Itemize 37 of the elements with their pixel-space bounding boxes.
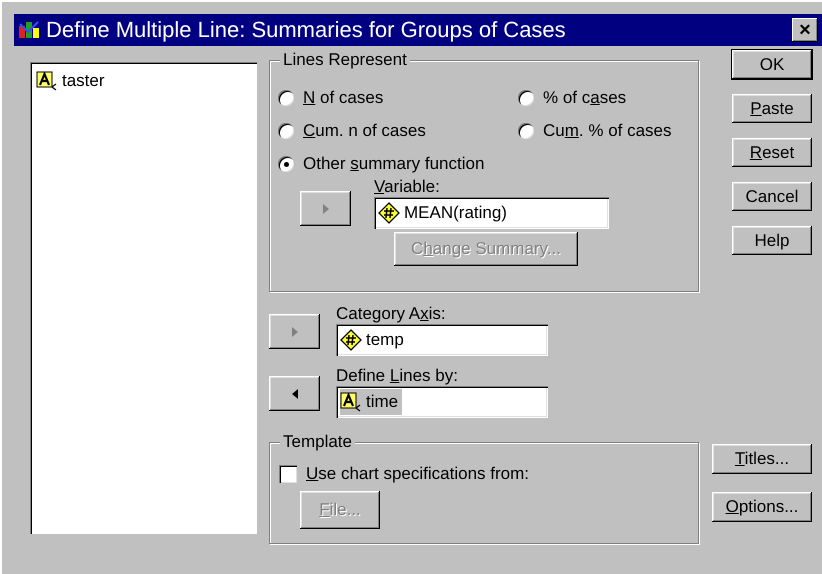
field-label: Category Axis:	[336, 304, 447, 324]
option-label: Cum. n of cases	[303, 120, 426, 142]
radio-button[interactable]	[278, 123, 294, 139]
field-label: Define Lines by:	[336, 366, 459, 386]
variable-field[interactable]: temp	[336, 324, 548, 356]
dialog-button[interactable]: Cancel	[732, 182, 812, 211]
field-value: MEAN(rating)	[404, 202, 507, 224]
list-item[interactable]: taster	[62, 68, 105, 94]
app-icon	[18, 20, 40, 40]
dialog-button[interactable]: Help	[732, 226, 812, 255]
variable-field[interactable]: time	[336, 386, 548, 418]
variable-field[interactable]: MEAN(rating)	[374, 197, 609, 229]
option-label: % of cases	[543, 87, 626, 109]
radio-button[interactable]	[518, 90, 534, 106]
dialog-button[interactable]: Paste	[732, 94, 812, 123]
checkbox[interactable]	[279, 465, 297, 483]
option-label: N of cases	[303, 87, 384, 109]
triangle-icon	[290, 388, 300, 400]
field-value: temp	[366, 329, 404, 352]
dialog-button[interactable]: Options...	[712, 492, 812, 522]
window-title: Define Multiple Line: Summaries for Groups of Cases	[46, 19, 566, 41]
field-value: time	[366, 391, 398, 414]
field-label: Variable:	[374, 177, 441, 197]
option-label: Other summary function	[303, 153, 484, 175]
radio-button[interactable]	[278, 156, 294, 172]
radio-button[interactable]	[278, 90, 294, 106]
triangle-icon	[290, 326, 300, 338]
dialog-button[interactable]: Titles...	[712, 444, 812, 474]
option-label: Cum. % of cases	[543, 120, 672, 142]
triangle-icon	[320, 202, 330, 214]
checkbox-label: Use chart specifications from:	[306, 463, 529, 485]
radio-button[interactable]	[518, 123, 534, 139]
dialog-button[interactable]: OK	[732, 50, 812, 79]
arrow-button[interactable]	[269, 376, 320, 411]
dialog-button[interactable]: Reset	[732, 138, 812, 167]
close-button[interactable]: ×	[792, 18, 818, 42]
variable-list[interactable]: taster	[30, 62, 257, 534]
